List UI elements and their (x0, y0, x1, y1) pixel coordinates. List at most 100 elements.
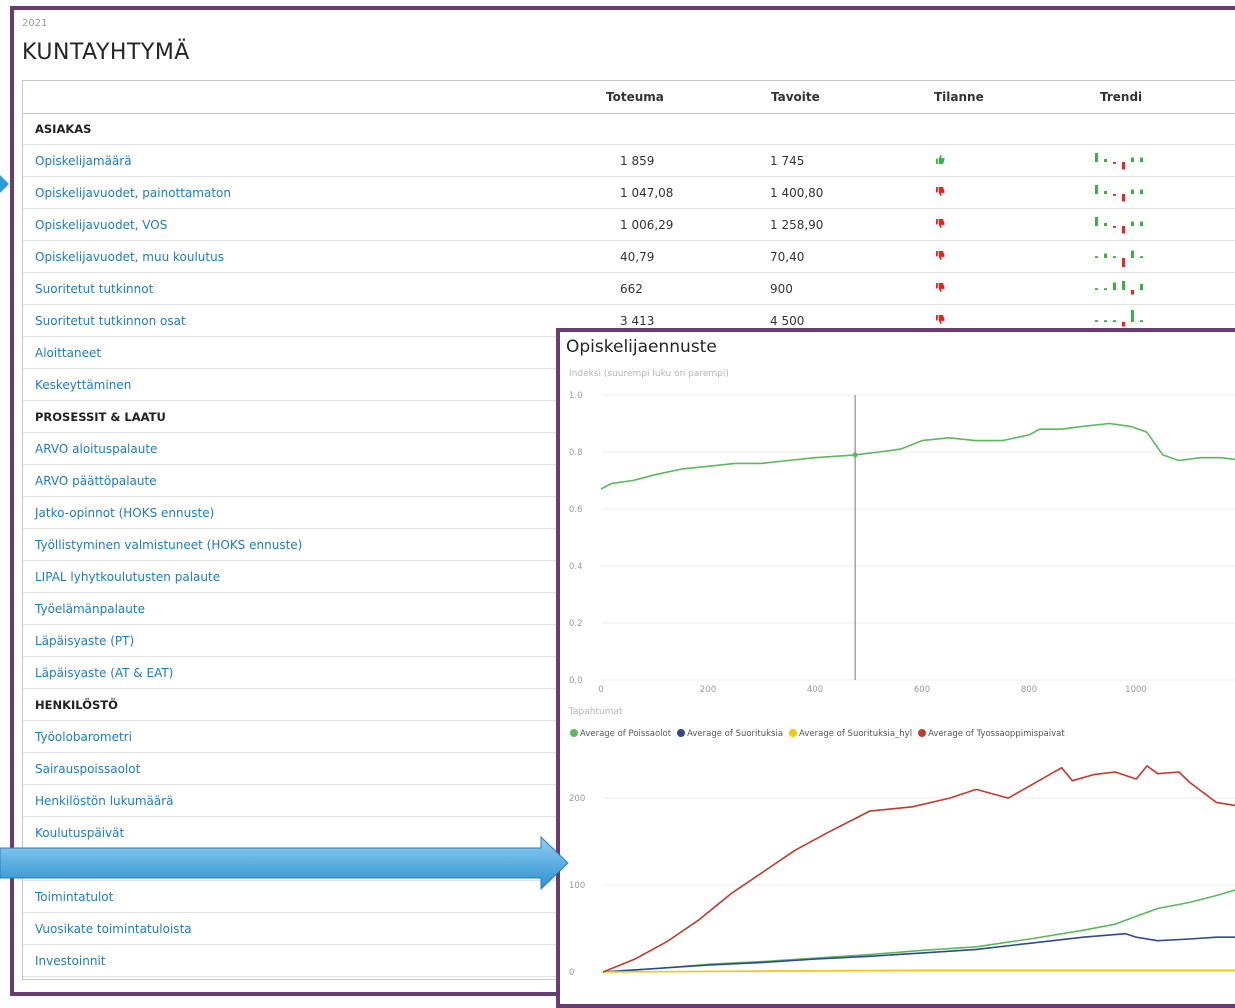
trend-bar (1122, 162, 1125, 170)
toteuma-value: 3 413 (620, 314, 655, 328)
legend-item[interactable]: Average of Poissaolot (570, 729, 671, 739)
trend-bar (1140, 256, 1143, 258)
metric-link[interactable]: Aloittaneet (35, 346, 101, 360)
legend-label: Average of Suorituksia (687, 729, 784, 739)
trend-bar (1122, 194, 1125, 202)
trend-bar (1095, 217, 1098, 226)
legend-item[interactable]: Average of Suorituksia_hyl (789, 729, 912, 739)
trend-bar (1095, 153, 1098, 162)
trend-bar (1140, 157, 1143, 162)
section-header-row: ASIAKAS (23, 113, 1235, 145)
metric-link[interactable]: Työolobarometri (35, 730, 132, 744)
metric-link[interactable]: Investoinnit (35, 954, 106, 968)
legend-item[interactable]: Average of Suorituksia (677, 729, 783, 739)
popup-title: Opiskelijaennuste (566, 337, 717, 357)
thumbs-down-icon (936, 187, 945, 196)
column-header-tavoite[interactable]: Tavoite (771, 90, 820, 104)
trend-bar (1095, 185, 1098, 194)
metric-link[interactable]: Läpäisyaste (AT & EAT) (35, 666, 173, 680)
toteuma-value: 662 (620, 282, 643, 296)
pointer-arrow-left (0, 175, 9, 193)
chart1-subtitle: Indeksi (suurempi luku on parempi) (569, 369, 729, 379)
trend-bar (1131, 189, 1134, 194)
trend-sparkbar (1095, 217, 1143, 234)
tavoite-value: 70,40 (770, 250, 805, 264)
metric-row[interactable]: Opiskelijavuodet, painottamaton 1 047,08 1… (23, 177, 1235, 209)
metric-row[interactable]: Opiskelijavuodet, muu koulutus 40,79 70,40 (23, 241, 1235, 273)
column-header-toteuma[interactable]: Toteuma (606, 90, 664, 104)
legend-label: Average of Suorituksia_hyl (799, 729, 913, 739)
tavoite-value: 1 400,80 (770, 186, 824, 200)
metric-link[interactable]: ARVO päättöpalaute (35, 474, 157, 488)
metric-link[interactable]: LIPAL lyhytkoulutusten palaute (35, 570, 220, 584)
legend-item[interactable]: Average of Tyossaoppimispaivat (918, 729, 1065, 739)
trend-bar (1104, 288, 1107, 290)
trend-bar (1113, 162, 1116, 164)
metric-link[interactable]: Opiskelijavuodet, muu koulutus (35, 250, 224, 264)
toteuma-value: 1 859 (620, 154, 655, 168)
metric-link[interactable]: Sairauspoissaolot (35, 762, 140, 776)
column-header-trendi[interactable]: Trendi (1100, 90, 1142, 104)
metric-link[interactable]: Opiskelijavuodet, painottamaton (35, 186, 231, 200)
section-label: HENKILÖSTÖ (35, 698, 118, 712)
trend-bar (1122, 258, 1125, 267)
trend-bar (1131, 310, 1134, 322)
legend-label: Average of Tyossaoppimispaivat (928, 729, 1065, 739)
metric-link[interactable]: Vuosikate toimintatuloista (35, 922, 192, 936)
trend-sparkbar (1095, 153, 1143, 170)
year-label: 2021 (22, 18, 48, 29)
metric-link[interactable]: Opiskelijavuodet, VOS (35, 218, 167, 232)
trend-bar (1122, 226, 1125, 234)
section-label: PROSESSIT & LAATU (35, 410, 166, 424)
tavoite-value: 1 745 (770, 154, 805, 168)
trend-bar (1131, 157, 1134, 162)
metric-link[interactable]: Jatko-opinnot (HOKS ennuste) (35, 506, 214, 520)
thumbs-down-icon (936, 251, 945, 260)
metric-link[interactable]: ARVO aloituspalaute (35, 442, 157, 456)
trend-bar (1140, 320, 1143, 322)
metric-link[interactable]: Suoritetut tutkinnon osat (35, 314, 186, 328)
trend-bar (1104, 223, 1107, 226)
chart2-subtitle: Tapahtumat (569, 707, 623, 717)
trend-bar (1104, 320, 1107, 322)
tavoite-value: 1 258,90 (770, 218, 824, 232)
trend-bar (1140, 189, 1143, 194)
thumbs-up-icon (936, 155, 945, 164)
metric-link[interactable]: Opiskelijamäärä (35, 154, 132, 168)
trend-bar (1104, 159, 1107, 162)
thumbs-down-icon (936, 219, 945, 228)
trend-bar (1140, 221, 1143, 226)
trend-bar (1122, 322, 1125, 327)
legend-dot-icon (918, 729, 927, 737)
trend-bar (1104, 253, 1107, 258)
legend-dot-icon (677, 729, 686, 737)
section-label: ASIAKAS (35, 122, 92, 136)
trend-bar (1095, 288, 1098, 290)
metric-link[interactable]: Työelämänpalaute (35, 602, 145, 616)
trend-bar (1095, 320, 1098, 322)
metric-row[interactable]: Opiskelijamäärä 1 859 1 745 (23, 145, 1235, 177)
trend-bar (1140, 284, 1143, 290)
metric-row[interactable]: Opiskelijavuodet, VOS 1 006,29 1 258,90 (23, 209, 1235, 241)
thumbs-down-icon (936, 315, 945, 324)
toteuma-value: 40,79 (620, 250, 655, 264)
column-header-tilanne[interactable]: Tilanne (934, 90, 984, 104)
trend-sparkbar (1095, 281, 1143, 295)
metric-row[interactable]: Suoritetut tutkinnot 662 900 (23, 273, 1235, 305)
chart2-legend: Average of Poissaolot Average of Suorituk… (570, 729, 1071, 739)
legend-label: Average of Poissaolot (580, 729, 672, 739)
metric-link[interactable]: Työllistyminen valmistuneet (HOKS ennust… (35, 538, 302, 552)
metric-link[interactable]: Suoritetut tutkinnot (35, 282, 153, 296)
trend-bar (1113, 282, 1116, 290)
trend-bar (1113, 226, 1116, 228)
table-header: Toteuma Tavoite Tilanne Trendi (23, 81, 1235, 114)
metric-link[interactable]: Henkilöstön lukumäärä (35, 794, 174, 808)
tavoite-value: 900 (770, 282, 793, 296)
metric-link[interactable]: Läpäisyaste (PT) (35, 634, 134, 648)
trend-bar (1095, 256, 1098, 258)
trend-bar (1122, 281, 1125, 290)
toteuma-value: 1 047,08 (620, 186, 674, 200)
trend-sparkbar (1095, 250, 1143, 267)
metric-link[interactable]: Keskeyttäminen (35, 378, 131, 392)
tavoite-value: 4 500 (770, 314, 805, 328)
